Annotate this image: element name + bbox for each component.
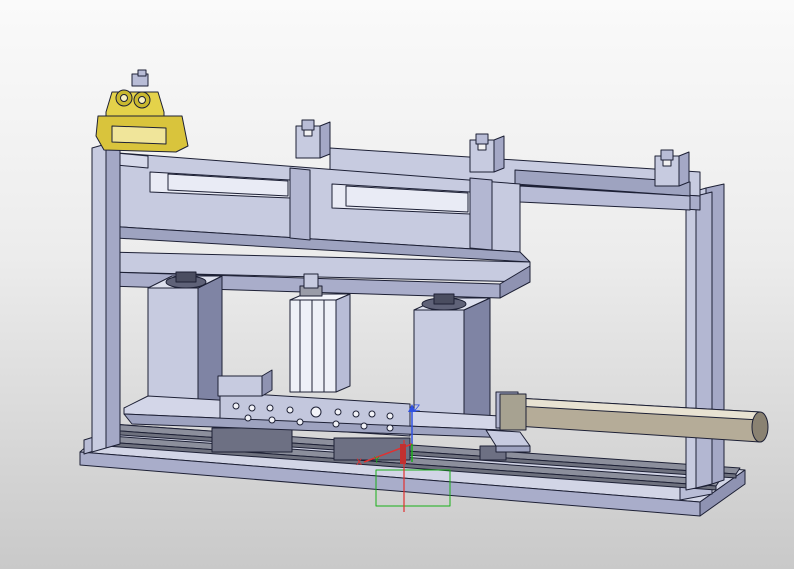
machine-assembly-model[interactable]: [0, 0, 794, 569]
drive-shaft: [499, 393, 769, 443]
right-frame-posts: [685, 183, 725, 491]
left-frame-posts: [91, 139, 121, 453]
triad-y-label: Y: [374, 456, 380, 466]
triad-x-label: X: [356, 458, 363, 468]
yellow-sensor-mount[interactable]: [95, 69, 189, 153]
left-pillar-block: [147, 271, 223, 413]
cad-3d-viewport[interactable]: X Y Z: [0, 0, 794, 569]
triad-z-label: Z: [414, 404, 421, 414]
